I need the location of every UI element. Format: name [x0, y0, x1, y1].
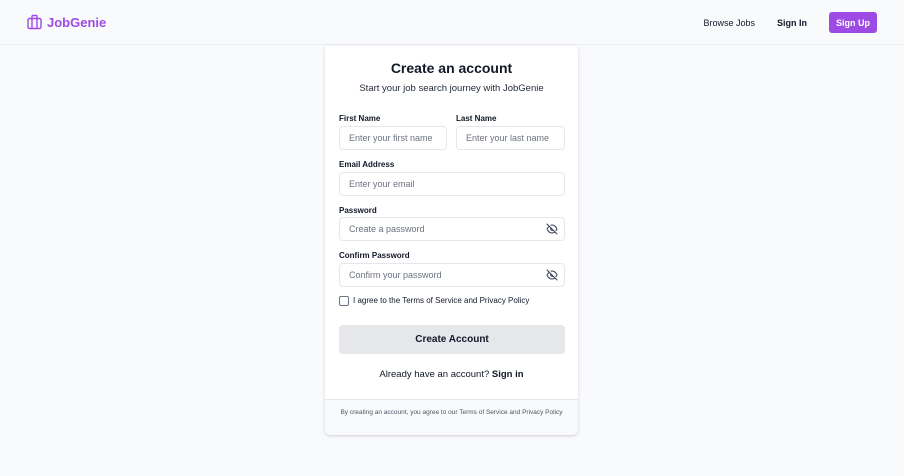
- last-name-label: Last Name: [456, 114, 497, 123]
- page-subtitle: Start your job search journey with JobGe…: [359, 83, 544, 94]
- sign-in-link-bottom[interactable]: Sign in: [492, 369, 524, 380]
- first-name-input[interactable]: [339, 126, 447, 150]
- nav-links: Browse Jobs Sign In Sign Up: [703, 12, 877, 33]
- last-name-input[interactable]: [456, 126, 565, 150]
- briefcase-icon: [27, 14, 42, 30]
- card-footer: By creating an account, you agree to our…: [325, 399, 578, 435]
- email-label: Email Address: [339, 160, 395, 169]
- footer-terms-text: By creating an account, you agree to our…: [340, 409, 563, 416]
- brand-name: JobGenie: [47, 14, 107, 30]
- eye-off-icon[interactable]: [545, 222, 559, 236]
- sign-in-link[interactable]: Sign In: [777, 18, 807, 28]
- confirm-password-label: Confirm Password: [339, 251, 410, 260]
- signin-prompt-row: Already have an account? Sign in: [325, 369, 578, 380]
- password-input[interactable]: [339, 217, 565, 241]
- confirm-password-input[interactable]: [339, 263, 565, 287]
- browse-jobs-link[interactable]: Browse Jobs: [703, 18, 755, 28]
- terms-checkbox[interactable]: [339, 296, 349, 306]
- create-account-button[interactable]: Create Account: [339, 325, 565, 354]
- signup-card: Create an account Start your job search …: [325, 46, 578, 435]
- first-name-label: First Name: [339, 114, 381, 123]
- terms-label: I agree to the Terms of Service and Priv…: [353, 296, 530, 305]
- sign-up-button[interactable]: Sign Up: [829, 12, 877, 33]
- signin-prompt-text: Already have an account?: [379, 369, 492, 380]
- brand-logo[interactable]: JobGenie: [27, 14, 106, 30]
- eye-off-icon[interactable]: [545, 268, 559, 282]
- email-input[interactable]: [339, 172, 565, 196]
- page-title: Create an account: [390, 60, 513, 76]
- password-label: Password: [339, 206, 377, 215]
- top-navbar: JobGenie Browse Jobs Sign In Sign Up: [0, 0, 904, 45]
